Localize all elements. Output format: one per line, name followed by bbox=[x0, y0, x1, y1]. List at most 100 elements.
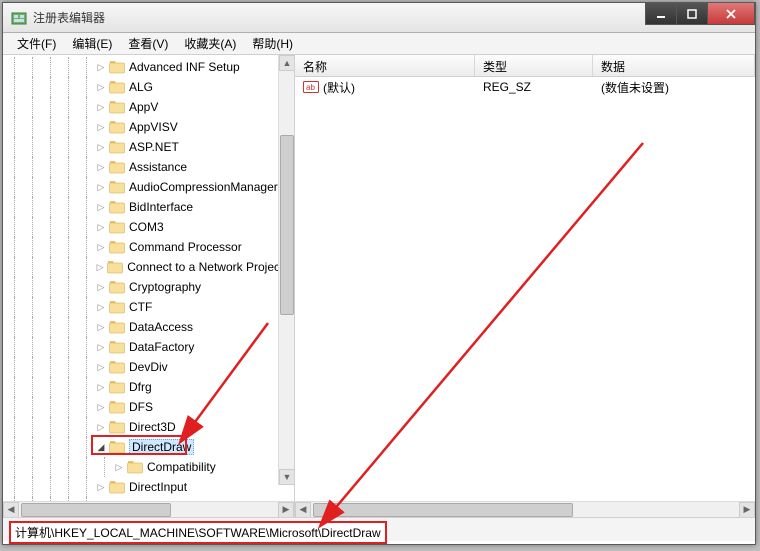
expander-closed-icon[interactable] bbox=[95, 82, 107, 93]
list-horizontal-scrollbar[interactable]: ◀ ▶ bbox=[295, 501, 755, 517]
tree-item-label: ASP.NET bbox=[129, 140, 179, 154]
scroll-right-icon[interactable]: ▶ bbox=[739, 502, 755, 518]
expander-closed-icon[interactable] bbox=[95, 162, 107, 173]
tree-item[interactable]: DataFactory bbox=[5, 337, 294, 357]
menubar: 文件(F) 编辑(E) 查看(V) 收藏夹(A) 帮助(H) bbox=[3, 33, 755, 55]
expander-closed-icon[interactable] bbox=[95, 322, 107, 333]
tree-item-label: Advanced INF Setup bbox=[129, 60, 240, 74]
tree-item-label: Direct3D bbox=[129, 420, 176, 434]
expander-closed-icon[interactable] bbox=[95, 402, 107, 413]
folder-icon bbox=[109, 200, 125, 214]
expander-closed-icon[interactable] bbox=[95, 482, 107, 493]
tree-item[interactable]: COM3 bbox=[5, 217, 294, 237]
tree-item[interactable]: Dfrg bbox=[5, 377, 294, 397]
folder-icon bbox=[109, 120, 125, 134]
scroll-down-icon[interactable]: ▼ bbox=[279, 469, 294, 485]
tree-item-label: Dfrg bbox=[129, 380, 152, 394]
tree-item[interactable]: Command Processor bbox=[5, 237, 294, 257]
expander-closed-icon[interactable] bbox=[95, 382, 107, 393]
tree-item-label: DevDiv bbox=[129, 360, 168, 374]
window-title: 注册表编辑器 bbox=[33, 9, 105, 26]
tree-item[interactable]: Compatibility bbox=[5, 457, 294, 477]
folder-icon bbox=[109, 140, 125, 154]
tree-vscroll-thumb[interactable] bbox=[280, 135, 294, 315]
expander-closed-icon[interactable] bbox=[95, 62, 107, 73]
menu-file[interactable]: 文件(F) bbox=[9, 33, 64, 54]
menu-view[interactable]: 查看(V) bbox=[120, 33, 176, 54]
tree-horizontal-scrollbar[interactable]: ◀ ▶ bbox=[3, 501, 294, 517]
folder-icon bbox=[109, 60, 125, 74]
expander-closed-icon[interactable] bbox=[95, 122, 107, 133]
tree-item-label: DataAccess bbox=[129, 320, 193, 334]
menu-help[interactable]: 帮助(H) bbox=[244, 33, 301, 54]
string-value-icon: ab bbox=[303, 79, 319, 95]
folder-icon bbox=[109, 320, 125, 334]
tree-item[interactable]: Advanced INF Setup bbox=[5, 57, 294, 77]
tree-item-label: AudioCompressionManager bbox=[129, 180, 278, 194]
scroll-left-icon[interactable]: ◀ bbox=[3, 502, 19, 518]
value-data: (数值未设置) bbox=[593, 79, 755, 96]
close-button[interactable] bbox=[707, 3, 755, 25]
column-header-data[interactable]: 数据 bbox=[593, 55, 755, 76]
expander-closed-icon[interactable] bbox=[95, 422, 107, 433]
scroll-up-icon[interactable]: ▲ bbox=[279, 55, 294, 71]
expander-closed-icon[interactable] bbox=[95, 342, 107, 353]
titlebar: 注册表编辑器 bbox=[3, 3, 755, 33]
folder-icon bbox=[109, 480, 125, 494]
app-icon bbox=[11, 10, 27, 26]
registry-tree[interactable]: Advanced INF Setup ALG AppVAppVISV ASP.NET A… bbox=[3, 55, 294, 501]
expander-closed-icon[interactable] bbox=[113, 462, 125, 473]
expander-closed-icon[interactable] bbox=[95, 362, 107, 373]
tree-item-label: Connect to a Network Projector bbox=[127, 260, 294, 274]
folder-icon bbox=[109, 440, 125, 454]
tree-item-label: DFS bbox=[129, 400, 153, 414]
expander-closed-icon[interactable] bbox=[95, 142, 107, 153]
tree-item[interactable]: Direct3D bbox=[5, 417, 294, 437]
menu-edit[interactable]: 编辑(E) bbox=[64, 33, 120, 54]
tree-item[interactable]: DataAccess bbox=[5, 317, 294, 337]
tree-item[interactable]: DirectInput bbox=[5, 477, 294, 497]
tree-item-label: BidInterface bbox=[129, 200, 193, 214]
scroll-right-icon[interactable]: ▶ bbox=[278, 502, 294, 518]
tree-item[interactable]: CTF bbox=[5, 297, 294, 317]
svg-text:ab: ab bbox=[306, 83, 315, 92]
expander-closed-icon[interactable] bbox=[95, 242, 107, 253]
folder-icon bbox=[107, 260, 123, 274]
expander-closed-icon[interactable] bbox=[95, 182, 107, 193]
folder-icon bbox=[109, 100, 125, 114]
tree-item[interactable]: AppV bbox=[5, 97, 294, 117]
tree-item[interactable]: Cryptography bbox=[5, 277, 294, 297]
expander-closed-icon[interactable] bbox=[95, 262, 105, 273]
tree-item[interactable]: AppVISV bbox=[5, 117, 294, 137]
tree-item[interactable]: ASP.NET bbox=[5, 137, 294, 157]
tree-item[interactable]: ALG bbox=[5, 77, 294, 97]
expander-closed-icon[interactable] bbox=[95, 202, 107, 213]
tree-item[interactable]: Connect to a Network Projector bbox=[5, 257, 294, 277]
list-row[interactable]: ab(默认)REG_SZ(数值未设置) bbox=[295, 77, 755, 97]
tree-item[interactable]: DFS bbox=[5, 397, 294, 417]
tree-item[interactable]: DevDiv bbox=[5, 357, 294, 377]
minimize-button[interactable] bbox=[645, 3, 677, 25]
tree-item[interactable]: DirectDraw bbox=[5, 437, 294, 457]
column-header-type[interactable]: 类型 bbox=[475, 55, 593, 76]
menu-favorites[interactable]: 收藏夹(A) bbox=[176, 33, 244, 54]
folder-icon bbox=[109, 300, 125, 314]
tree-item[interactable]: BidInterface bbox=[5, 197, 294, 217]
expander-closed-icon[interactable] bbox=[95, 102, 107, 113]
scroll-left-icon[interactable]: ◀ bbox=[295, 502, 311, 518]
expander-closed-icon[interactable] bbox=[95, 282, 107, 293]
tree-item-label: DirectInput bbox=[129, 480, 187, 494]
expander-closed-icon[interactable] bbox=[95, 222, 107, 233]
list-hscroll-thumb[interactable] bbox=[313, 503, 573, 517]
expander-open-icon[interactable] bbox=[95, 442, 107, 453]
maximize-button[interactable] bbox=[676, 3, 708, 25]
folder-icon bbox=[109, 380, 125, 394]
tree-item[interactable]: AudioCompressionManager bbox=[5, 177, 294, 197]
expander-closed-icon[interactable] bbox=[95, 302, 107, 313]
tree-item-label: ALG bbox=[129, 80, 153, 94]
tree-hscroll-thumb[interactable] bbox=[21, 503, 171, 517]
list-body: ab(默认)REG_SZ(数值未设置) bbox=[295, 77, 755, 97]
column-header-name[interactable]: 名称 bbox=[295, 55, 475, 76]
tree-item[interactable]: Assistance bbox=[5, 157, 294, 177]
tree-vertical-scrollbar[interactable]: ▲ ▼ bbox=[278, 55, 294, 485]
